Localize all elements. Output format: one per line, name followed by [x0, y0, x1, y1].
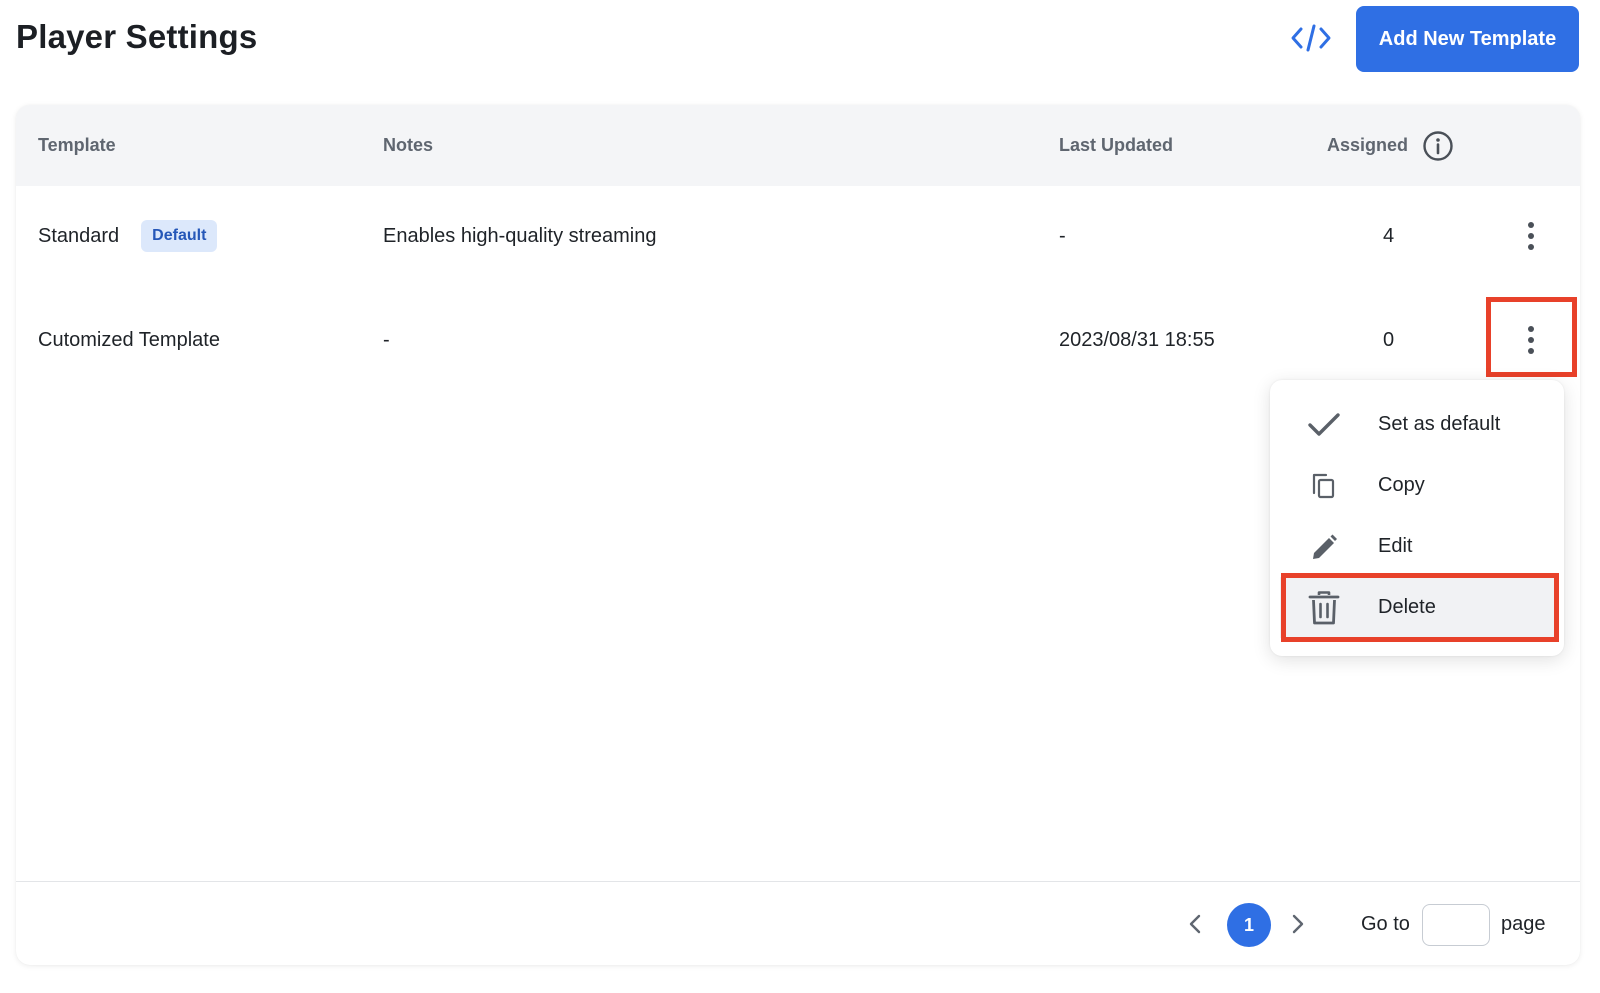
assigned-cell: 0 [1383, 328, 1395, 351]
menu-item-label: Set as default [1378, 413, 1501, 435]
next-page-button[interactable] [1282, 906, 1314, 942]
prev-page-button[interactable] [1179, 906, 1211, 942]
table-header: Template Notes Last Updated Assigned [16, 105, 1580, 186]
last-updated-cell: - [1059, 224, 1066, 247]
row-actions-menu: Set as default Copy Edit Delete [1270, 380, 1564, 656]
trash-icon [1306, 590, 1342, 626]
menu-item-set-default[interactable]: Set as default [1280, 394, 1554, 455]
menu-item-copy[interactable]: Copy [1280, 455, 1554, 516]
row-actions-button[interactable] [1511, 206, 1551, 266]
menu-item-edit[interactable]: Edit [1280, 516, 1554, 577]
chevron-right-icon [1292, 914, 1304, 934]
player-settings-page: Player Settings Add New Template Templat… [0, 0, 1600, 993]
page-number-current[interactable]: 1 [1227, 903, 1271, 947]
column-header-template[interactable]: Template [38, 105, 116, 186]
template-cell: Standard Default [38, 186, 218, 286]
default-badge: Default [141, 220, 218, 252]
copy-icon [1306, 468, 1342, 504]
code-embed-icon [1291, 24, 1331, 52]
notes-cell: - [383, 328, 390, 351]
chevron-left-icon [1189, 914, 1201, 934]
more-vertical-icon [1528, 222, 1534, 250]
column-header-assigned-label: Assigned [1327, 135, 1409, 155]
page-title: Player Settings [16, 18, 258, 55]
last-updated-cell: 2023/08/31 18:55 [1059, 328, 1215, 351]
column-header-notes[interactable]: Notes [383, 105, 433, 186]
pencil-icon [1306, 529, 1342, 565]
column-header-assigned: Assigned [1327, 105, 1454, 186]
goto-suffix-label: page [1501, 912, 1546, 935]
pagination-bar: 1 Go to page [16, 881, 1580, 965]
template-cell: Cutomized Template [38, 290, 220, 390]
info-icon[interactable] [1422, 130, 1454, 162]
table-row: Standard Default Enables high-quality st… [16, 186, 1580, 286]
table-row: Cutomized Template - 2023/08/31 18:55 0 [16, 290, 1580, 390]
row-actions-button[interactable] [1511, 310, 1551, 370]
goto-prefix-label: Go to [1361, 912, 1410, 935]
menu-item-delete[interactable]: Delete [1280, 577, 1554, 638]
menu-item-label: Edit [1378, 535, 1413, 557]
template-name: Standard [38, 224, 120, 247]
add-new-template-button[interactable]: Add New Template [1356, 6, 1579, 72]
menu-item-label: Delete [1378, 596, 1436, 618]
more-vertical-icon [1528, 326, 1534, 354]
template-name: Cutomized Template [38, 328, 220, 351]
menu-item-label: Copy [1378, 474, 1425, 496]
checkmark-icon [1306, 407, 1342, 443]
code-embed-button[interactable] [1288, 18, 1334, 58]
goto-page-input[interactable] [1422, 904, 1490, 946]
assigned-cell: 4 [1383, 224, 1395, 247]
column-header-last-updated[interactable]: Last Updated [1059, 105, 1173, 186]
notes-cell: Enables high-quality streaming [383, 224, 657, 247]
